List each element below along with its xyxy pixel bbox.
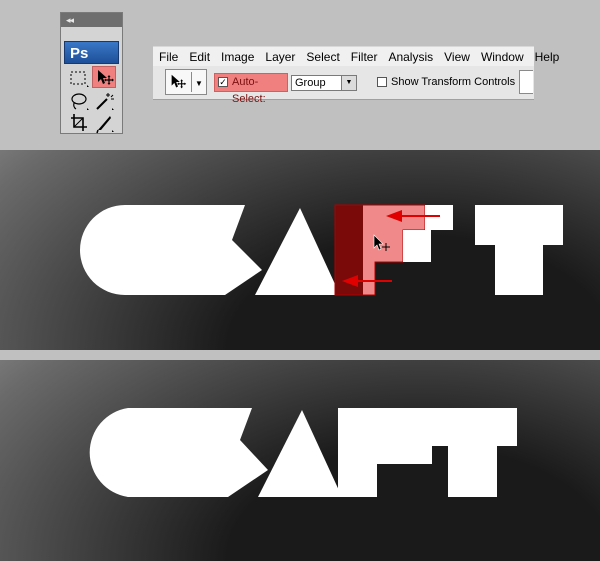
dropdown-value: Group — [295, 77, 326, 89]
lasso-icon — [71, 93, 89, 110]
letter-t-shape — [426, 408, 517, 497]
show-transform-controls-toggle[interactable]: Show Transform Controls — [377, 76, 515, 88]
slice-tool[interactable] — [92, 112, 116, 134]
lasso-tool[interactable] — [67, 90, 91, 112]
move-tool-icon — [98, 70, 114, 85]
slice-icon — [96, 116, 114, 134]
move-tool[interactable] — [92, 66, 116, 88]
menu-file[interactable]: File — [153, 50, 183, 64]
move-tool-icon — [171, 74, 187, 89]
panel-collapse-button[interactable]: ◂◂ — [61, 13, 122, 27]
craft-artwork-after — [89, 408, 517, 497]
photoshop-logo: Ps — [64, 41, 119, 64]
letter-a-shape — [258, 410, 342, 497]
auto-select-target-dropdown[interactable]: Group ▼ — [291, 75, 357, 91]
rectangular-marquee-icon — [70, 71, 89, 87]
chevron-down-icon: ▼ — [195, 79, 203, 88]
canvas-before — [0, 150, 600, 350]
auto-select-checkbox[interactable]: ✓ — [218, 77, 228, 87]
crop-tool[interactable] — [67, 112, 91, 134]
auto-select-label: Auto-Select: — [232, 76, 266, 105]
menu-filter[interactable]: Filter — [345, 50, 383, 64]
menu-layer[interactable]: Layer — [259, 50, 300, 64]
auto-select-toggle[interactable]: ✓ Auto-Select: — [214, 73, 288, 105]
menu-edit[interactable]: Edit — [183, 50, 215, 64]
letter-c-shape — [89, 408, 268, 497]
tools-panel: ◂◂ Ps — [60, 12, 123, 134]
panel-divider — [0, 350, 600, 360]
chevron-down-icon: ▼ — [341, 76, 356, 90]
tool-preset-picker[interactable]: ▼ — [165, 69, 207, 95]
magic-wand-tool[interactable] — [92, 90, 116, 112]
menu-help[interactable]: Help — [529, 50, 565, 64]
options-bar: ▼ ✓ Auto-Select: Group ▼ Show Transform … — [153, 66, 534, 105]
align-button[interactable] — [519, 70, 533, 94]
menu-view[interactable]: View — [438, 50, 475, 64]
letter-t-shape — [475, 205, 563, 295]
magic-wand-icon — [96, 93, 114, 110]
menu-analysis[interactable]: Analysis — [382, 50, 438, 64]
divider — [191, 72, 192, 92]
show-transform-checkbox[interactable] — [377, 77, 387, 87]
menu-bar: File Edit Image Layer Select Filter Anal… — [153, 46, 559, 66]
letter-a-shape — [255, 208, 340, 295]
crop-icon — [71, 114, 87, 131]
menu-select[interactable]: Select — [300, 50, 344, 64]
menu-image[interactable]: Image — [215, 50, 259, 64]
rectangular-marquee-tool[interactable] — [67, 67, 91, 89]
show-transform-label: Show Transform Controls — [391, 76, 516, 88]
menu-window[interactable]: Window — [475, 50, 529, 64]
craft-artwork-before — [80, 204, 563, 296]
canvas-after — [0, 360, 600, 561]
letter-c-shape — [80, 205, 262, 295]
